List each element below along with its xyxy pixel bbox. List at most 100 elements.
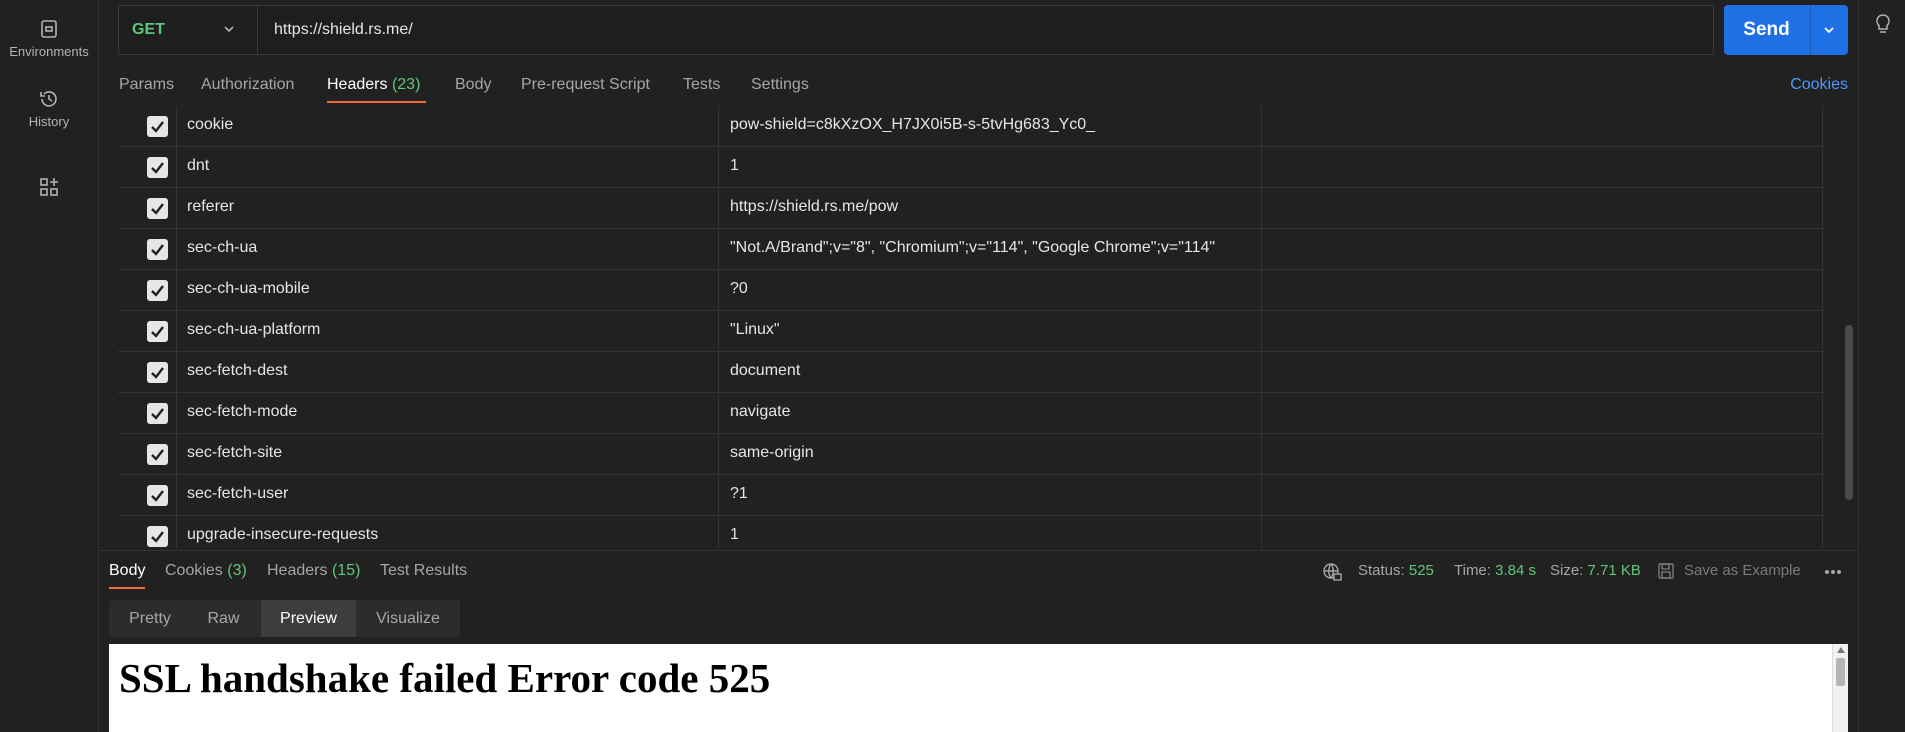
column-divider bbox=[176, 393, 177, 434]
save-icon bbox=[1658, 563, 1674, 579]
header-enabled-checkbox[interactable] bbox=[147, 526, 168, 547]
view-visualize[interactable]: Visualize bbox=[356, 600, 460, 637]
preview-scroll-thumb[interactable] bbox=[1836, 658, 1845, 686]
column-divider bbox=[1822, 475, 1823, 516]
response-divider[interactable] bbox=[99, 550, 1858, 551]
header-enabled-checkbox[interactable] bbox=[147, 116, 168, 137]
header-enabled-checkbox[interactable] bbox=[147, 280, 168, 301]
header-key[interactable]: referer bbox=[187, 198, 234, 216]
send-button[interactable]: Send bbox=[1724, 5, 1848, 55]
header-key[interactable]: sec-ch-ua-mobile bbox=[187, 280, 310, 298]
tab-params[interactable]: Params bbox=[119, 76, 174, 94]
tab-headers[interactable]: Headers (23) bbox=[327, 76, 420, 94]
header-key[interactable]: sec-fetch-site bbox=[187, 444, 282, 462]
column-divider bbox=[176, 311, 177, 352]
view-pretty[interactable]: Pretty bbox=[109, 600, 191, 637]
header-enabled-checkbox[interactable] bbox=[147, 362, 168, 383]
save-as-example-button[interactable]: Save as Example bbox=[1684, 562, 1801, 579]
response-active-tab-indicator bbox=[109, 587, 145, 589]
checkmark-icon bbox=[151, 244, 164, 256]
header-value[interactable]: navigate bbox=[730, 403, 791, 421]
column-divider bbox=[1822, 352, 1823, 393]
response-tab-headers[interactable]: Headers (15) bbox=[267, 562, 360, 580]
header-value[interactable]: same-origin bbox=[730, 444, 814, 462]
more-options-icon[interactable] bbox=[1824, 569, 1842, 575]
response-tab-test-results[interactable]: Test Results bbox=[380, 562, 467, 580]
header-key[interactable]: sec-fetch-user bbox=[187, 485, 288, 503]
sidebar-item-environments[interactable]: Environments bbox=[0, 18, 98, 59]
column-divider bbox=[1822, 311, 1823, 352]
url-input[interactable]: https://shield.rs.me/ bbox=[274, 6, 413, 54]
environments-icon bbox=[41, 20, 57, 38]
response-time[interactable]: Time: 3.84 s bbox=[1454, 562, 1536, 579]
header-key[interactable]: dnt bbox=[187, 157, 209, 175]
tab-tests[interactable]: Tests bbox=[683, 76, 720, 94]
header-row: upgrade-insecure-requests 1 bbox=[118, 516, 1824, 549]
lightbulb-icon[interactable] bbox=[1872, 12, 1894, 36]
headers-scrollbar[interactable] bbox=[1845, 325, 1853, 500]
cookies-link[interactable]: Cookies bbox=[1790, 76, 1848, 94]
send-options-chevron-icon[interactable] bbox=[1822, 24, 1836, 36]
header-enabled-checkbox[interactable] bbox=[147, 198, 168, 219]
header-key[interactable]: sec-fetch-mode bbox=[187, 403, 297, 421]
column-divider bbox=[718, 516, 719, 549]
checkmark-icon bbox=[151, 367, 164, 379]
response-tab-body[interactable]: Body bbox=[109, 562, 145, 580]
checkmark-icon bbox=[151, 531, 164, 543]
response-preview[interactable]: SSL handshake failed Error code 525 bbox=[109, 644, 1848, 732]
checkmark-icon bbox=[151, 326, 164, 338]
header-value[interactable]: pow-shield=c8kXzOX_H7JX0i5B-s-5tvHg683_Y… bbox=[730, 116, 1095, 134]
header-value[interactable]: ?0 bbox=[730, 280, 748, 298]
method-select[interactable]: GET bbox=[119, 6, 258, 54]
tab-settings[interactable]: Settings bbox=[751, 76, 809, 94]
response-size[interactable]: Size: 7.71 KB bbox=[1550, 562, 1641, 579]
column-divider bbox=[176, 106, 177, 147]
column-divider bbox=[176, 188, 177, 229]
header-enabled-checkbox[interactable] bbox=[147, 485, 168, 506]
column-divider bbox=[718, 352, 719, 393]
network-globe-icon[interactable] bbox=[1322, 562, 1342, 582]
header-value[interactable]: "Linux" bbox=[730, 321, 780, 339]
header-row: sec-ch-ua-mobile ?0 bbox=[118, 270, 1824, 311]
header-value[interactable]: ?1 bbox=[730, 485, 748, 503]
sidebar-item-add-apps[interactable] bbox=[0, 176, 98, 202]
header-key[interactable]: upgrade-insecure-requests bbox=[187, 526, 378, 544]
header-value[interactable]: https://shield.rs.me/pow bbox=[730, 198, 898, 216]
header-value[interactable]: document bbox=[730, 362, 800, 380]
scroll-up-icon[interactable] bbox=[1837, 647, 1845, 653]
checkmark-icon bbox=[151, 408, 164, 420]
view-preview[interactable]: Preview bbox=[261, 600, 356, 637]
column-divider bbox=[718, 434, 719, 475]
add-apps-icon bbox=[40, 178, 58, 196]
sidebar-item-history[interactable]: History bbox=[0, 88, 98, 129]
history-icon bbox=[40, 91, 57, 107]
header-value[interactable]: "Not.A/Brand";v="8", "Chromium";v="114",… bbox=[730, 239, 1215, 257]
header-key[interactable]: sec-fetch-dest bbox=[187, 362, 287, 380]
column-divider bbox=[1822, 393, 1823, 434]
header-value[interactable]: 1 bbox=[730, 526, 739, 544]
column-divider bbox=[1261, 229, 1262, 270]
tab-authorization[interactable]: Authorization bbox=[201, 76, 294, 94]
header-enabled-checkbox[interactable] bbox=[147, 403, 168, 424]
header-enabled-checkbox[interactable] bbox=[147, 157, 168, 178]
header-key[interactable]: cookie bbox=[187, 116, 233, 134]
response-status[interactable]: Status: 525 bbox=[1358, 562, 1434, 579]
column-divider bbox=[1822, 147, 1823, 188]
response-tab-cookies[interactable]: Cookies (3) bbox=[165, 562, 247, 580]
header-value[interactable]: 1 bbox=[730, 157, 739, 175]
header-key[interactable]: sec-ch-ua-platform bbox=[187, 321, 320, 339]
header-row: cookie pow-shield=c8kXzOX_H7JX0i5B-s-5tvH… bbox=[118, 106, 1824, 147]
header-row: sec-fetch-site same-origin bbox=[118, 434, 1824, 475]
header-enabled-checkbox[interactable] bbox=[147, 444, 168, 465]
tab-prerequest-script[interactable]: Pre-request Script bbox=[521, 76, 650, 94]
column-divider bbox=[1261, 352, 1262, 393]
tab-headers-count: (23) bbox=[391, 76, 421, 93]
preview-scrollbar[interactable] bbox=[1832, 644, 1848, 732]
header-enabled-checkbox[interactable] bbox=[147, 239, 168, 260]
column-divider bbox=[176, 475, 177, 516]
left-sidebar: Environments History bbox=[0, 0, 99, 732]
tab-body[interactable]: Body bbox=[455, 76, 491, 94]
header-enabled-checkbox[interactable] bbox=[147, 321, 168, 342]
header-key[interactable]: sec-ch-ua bbox=[187, 239, 257, 257]
view-raw[interactable]: Raw bbox=[191, 600, 256, 637]
